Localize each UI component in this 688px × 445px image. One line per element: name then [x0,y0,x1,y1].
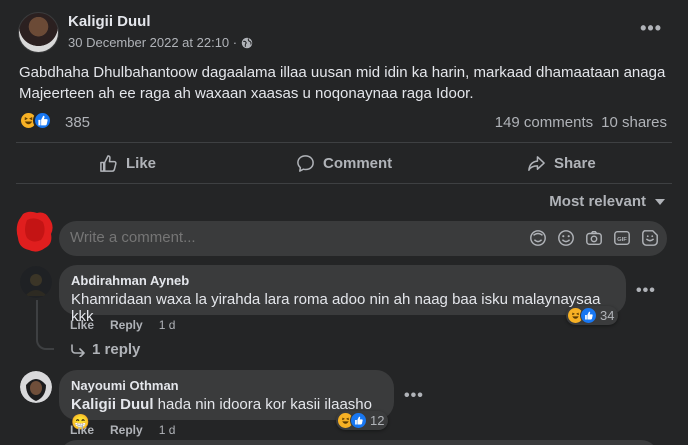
comment-reactions[interactable]: 34 [566,306,619,325]
comment-like-button[interactable]: Like [70,318,94,332]
share-button[interactable]: Share [527,152,596,174]
emoji-icon[interactable] [557,229,575,247]
divider [16,142,672,143]
share-label: Share [554,154,596,172]
mention-link[interactable]: Kaligii Duul [71,396,154,413]
comment-bubble-icon [297,154,314,172]
post-author[interactable]: Kaligii Duul [68,13,151,30]
comment-bubble: Abdirahman Ayneb Khamridaan waxa la yira… [59,265,626,325]
author-avatar[interactable] [18,12,59,53]
post-date[interactable]: 30 December 2022 at 22:10 · [68,35,237,50]
comment-button[interactable]: Comment [296,152,392,174]
comment-reply-button[interactable]: Reply [110,318,143,332]
view-replies-button[interactable]: 1 reply [70,341,140,358]
reply-thread-line [36,300,54,350]
comment-actions: Like Reply 1 d [70,318,175,332]
avatar-sticker-icon[interactable] [529,229,547,247]
share-arrow-icon [528,155,545,171]
reply-arrow-icon [71,343,85,357]
composer-tools: GIF [529,229,659,247]
post-meta: 30 December 2022 at 22:10 · [68,35,253,50]
comment-reactions[interactable]: 12 [336,411,389,430]
comment-time[interactable]: 1 d [159,318,176,332]
comment-label: Comment [323,154,393,172]
sticker-icon[interactable] [641,229,659,247]
comment-reaction-count: 12 [370,413,385,428]
post-stats: 149 comments 10 shares [495,114,667,131]
post-text: Gabdhaha Dhulbahantoow dagaalama illaa u… [19,64,666,102]
sort-label: Most relevant [549,193,646,210]
comment-actions: Like Reply 1 d [70,423,175,437]
thumbs-up-icon [100,154,117,172]
post-reaction-icons[interactable] [19,111,52,130]
commenter-name[interactable]: Nayoumi Othman [71,378,382,393]
commenter-name[interactable]: Abdirahman Ayneb [71,273,614,288]
like-reaction-icon [33,111,52,130]
comment-options-icon[interactable]: ••• [636,282,656,300]
post-options-icon[interactable]: ••• [640,18,662,39]
camera-icon[interactable] [585,229,603,247]
svg-text:GIF: GIF [617,237,627,243]
caret-down-icon [655,198,665,205]
commenter-avatar[interactable] [20,371,52,403]
comments-count[interactable]: 149 comments [495,114,593,131]
like-button[interactable]: Like [99,152,156,174]
reaction-count[interactable]: 385 [65,114,90,131]
gif-icon[interactable]: GIF [613,229,631,247]
commenter-avatar[interactable] [20,266,52,298]
like-reaction-icon [350,412,367,429]
comment-input[interactable] [70,229,510,246]
like-reaction-icon [580,307,597,324]
replies-count: 1 reply [92,341,141,358]
comment-reply-button[interactable]: Reply [110,423,143,437]
divider [16,183,672,184]
like-label: Like [126,154,157,172]
comment-like-button[interactable]: Like [70,423,94,437]
shares-count[interactable]: 10 shares [601,114,667,131]
comment-time[interactable]: 1 d [159,423,176,437]
comment-bubble [59,440,659,445]
comment-sort-dropdown[interactable]: Most relevant [549,193,666,210]
comment-reaction-count: 34 [600,308,615,323]
comment-composer[interactable]: GIF [59,221,667,256]
comment-options-icon[interactable]: ••• [404,387,424,405]
current-user-avatar[interactable] [15,210,55,252]
globe-icon [241,37,253,48]
